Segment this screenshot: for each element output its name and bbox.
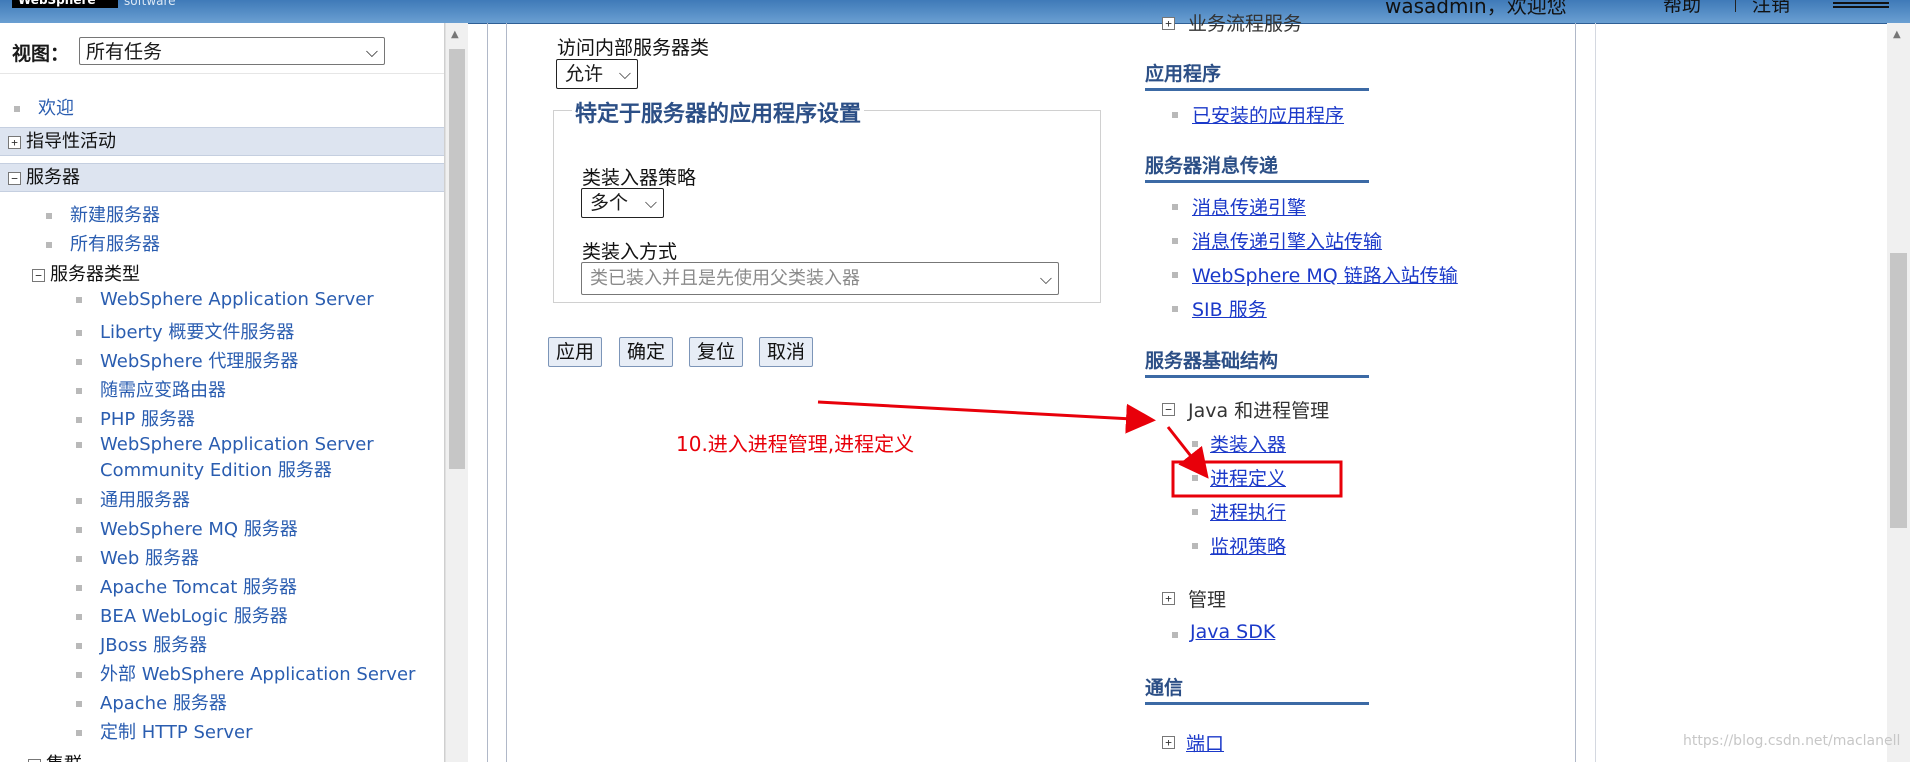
scroll-up-icon[interactable]: ▲: [1893, 29, 1901, 40]
annotation-overlay: [817, 400, 1343, 498]
scrollbar-thumb[interactable]: [1890, 253, 1907, 528]
watermark: https://blog.csdn.net/maclanell: [1683, 733, 1901, 749]
annotation-arrow: [817, 400, 1156, 434]
right-scrollbar[interactable]: ▲: [1887, 23, 1910, 762]
